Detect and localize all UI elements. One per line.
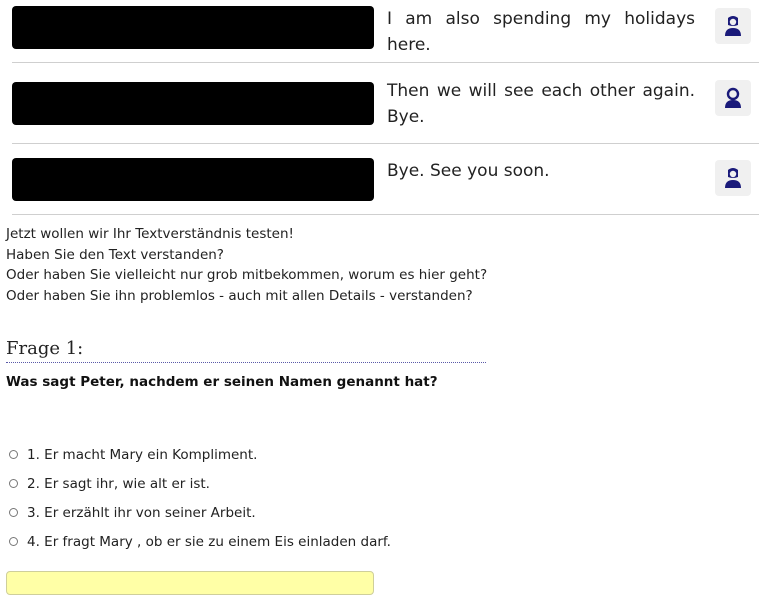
male-speaker-icon xyxy=(725,87,741,108)
dialog-line-text: Bye. See you soon. xyxy=(387,161,550,181)
dialog-row: I am also spending my holidays here. xyxy=(12,6,759,60)
radio-button[interactable] xyxy=(9,479,18,488)
intro-line: Oder haben Sie ihn problemlos - auch mit… xyxy=(6,287,473,304)
radio-button[interactable] xyxy=(9,537,18,546)
play-audio-button[interactable] xyxy=(715,8,751,44)
intro-line: Jetzt wollen wir Ihr Textverständnis tes… xyxy=(6,226,294,242)
answer-option[interactable]: 4. Er fragt Mary , ob er sie zu einem Ei… xyxy=(9,527,391,556)
dialog-line-text: Then we will see each other again. Bye. xyxy=(387,81,695,127)
answer-options: 1. Er macht Mary ein Kompliment. 2. Er s… xyxy=(9,440,391,556)
female-speaker-icon xyxy=(725,168,741,188)
intro-line: Haben Sie den Text verstanden? xyxy=(6,246,224,263)
answer-label: 4. Er fragt Mary , ob er sie zu einem Ei… xyxy=(27,533,391,550)
answer-option[interactable]: 1. Er macht Mary ein Kompliment. xyxy=(9,440,391,469)
question-text: Was sagt Peter, nachdem er seinen Namen … xyxy=(6,374,438,390)
answer-label: 1. Er macht Mary ein Kompliment. xyxy=(27,446,258,463)
dialog-line-text: I am also spending my holidays here. xyxy=(387,9,695,55)
row-separator xyxy=(12,143,759,144)
question-title: Frage 1: xyxy=(6,338,486,363)
female-speaker-icon xyxy=(725,16,741,36)
row-separator xyxy=(12,62,759,63)
radio-button[interactable] xyxy=(9,508,18,517)
hidden-translation-bar[interactable] xyxy=(12,158,374,201)
answer-label: 3. Er erzählt ihr von seiner Arbeit. xyxy=(27,504,256,521)
intro-text: Jetzt wollen wir Ihr Textverständnis tes… xyxy=(6,224,487,306)
answer-option[interactable]: 3. Er erzählt ihr von seiner Arbeit. xyxy=(9,498,391,527)
dialog-row: Then we will see each other again. Bye. xyxy=(12,80,759,140)
answer-input[interactable] xyxy=(6,571,374,595)
row-separator xyxy=(12,214,759,215)
hidden-translation-bar[interactable] xyxy=(12,6,374,49)
play-audio-button[interactable] xyxy=(715,160,751,196)
hidden-translation-bar[interactable] xyxy=(12,82,374,125)
answer-option[interactable]: 2. Er sagt ihr, wie alt er ist. xyxy=(9,469,391,498)
radio-button[interactable] xyxy=(9,450,18,459)
play-audio-button[interactable] xyxy=(715,80,751,116)
intro-line: Oder haben Sie vielleicht nur grob mitbe… xyxy=(6,267,488,283)
dialog-row: Bye. See you soon. xyxy=(12,158,759,208)
answer-label: 2. Er sagt ihr, wie alt er ist. xyxy=(27,475,210,492)
